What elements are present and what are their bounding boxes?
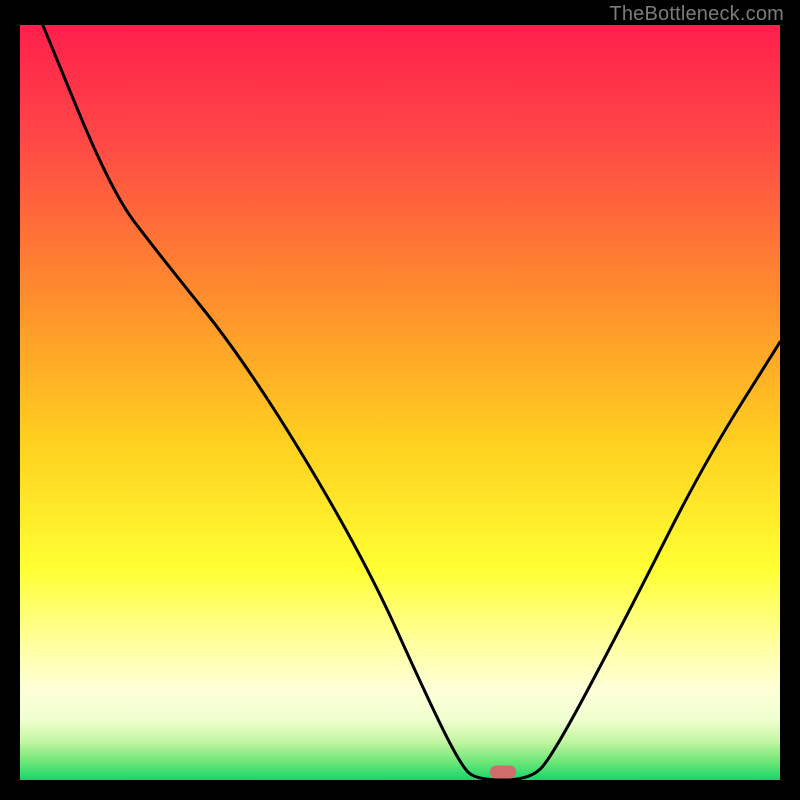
chart-stage: TheBottleneck.com (0, 0, 800, 800)
bottleneck-curve (20, 25, 780, 780)
optimal-marker (490, 766, 516, 779)
plot-area (20, 25, 780, 780)
watermark-text: TheBottleneck.com (609, 3, 784, 26)
